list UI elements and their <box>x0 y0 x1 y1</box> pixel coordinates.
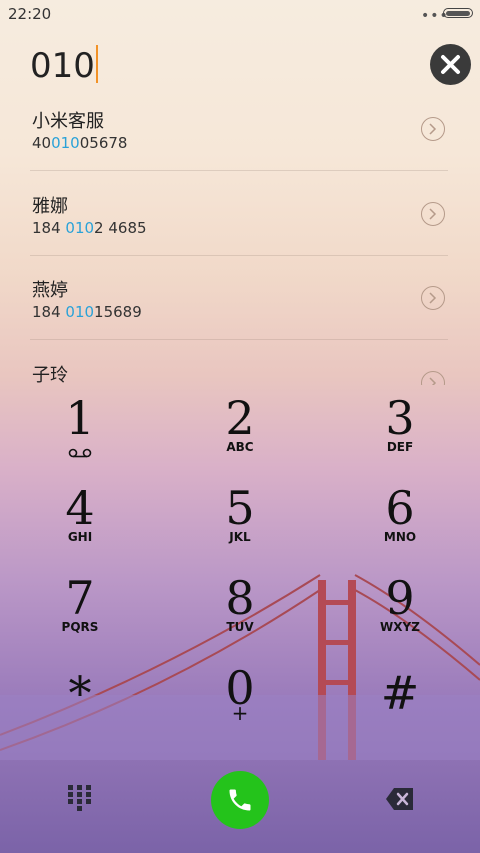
contact-details-button[interactable] <box>421 117 445 141</box>
text-cursor <box>95 45 98 83</box>
key-letters: WXYZ <box>380 620 420 634</box>
contact-details-button[interactable] <box>421 202 445 226</box>
contact-details-button[interactable] <box>421 286 445 310</box>
key-letters: + <box>231 701 249 725</box>
contact-result-row[interactable]: 子玲 <box>0 349 480 385</box>
key-1[interactable]: 1 <box>20 393 140 473</box>
phone-icon <box>229 789 251 811</box>
key-5[interactable]: 5 JKL <box>180 483 300 563</box>
dial-number-field[interactable]: 010 <box>30 45 98 86</box>
key-3[interactable]: 3 DEF <box>340 393 460 473</box>
chevron-right-icon <box>429 292 437 304</box>
key-star[interactable]: * <box>20 668 140 748</box>
divider <box>30 170 448 171</box>
contact-result-row[interactable]: 小米客服 4001005678 <box>0 95 480 179</box>
key-0[interactable]: 0 + <box>180 663 300 743</box>
key-digit: # <box>380 666 420 720</box>
key-digit: 5 <box>225 481 255 535</box>
key-letters: TUV <box>226 620 254 634</box>
status-time: 22:20 <box>8 5 52 23</box>
voicemail-icon <box>68 448 92 458</box>
key-9[interactable]: 9 WXYZ <box>340 573 460 653</box>
dial-number-text: 010 <box>30 46 95 86</box>
contact-name: 小米客服 <box>32 111 104 132</box>
key-7[interactable]: 7 PQRS <box>20 573 140 653</box>
contact-number: 4001005678 <box>32 134 128 152</box>
key-digit: 9 <box>385 571 415 625</box>
contact-name: 子玲 <box>32 365 68 385</box>
key-digit: 3 <box>385 391 415 445</box>
contact-result-row[interactable]: 雅娜 184 0102 4685 <box>0 180 480 264</box>
key-letters: ABC <box>226 440 254 454</box>
contact-results-list[interactable]: 小米客服 4001005678 雅娜 184 0102 4685 燕婷 184 … <box>0 95 480 385</box>
dialer-screen: 22:20 ••• 010 小米客服 4001005678 雅娜 184 010… <box>0 0 480 853</box>
key-digit: 6 <box>385 481 415 535</box>
chevron-right-icon <box>429 377 437 385</box>
dialer-action-bar <box>0 765 480 853</box>
battery-icon <box>443 8 473 18</box>
contact-number: 184 01015689 <box>32 303 142 321</box>
key-letters: MNO <box>383 530 417 544</box>
key-letters: PQRS <box>61 620 99 634</box>
key-4[interactable]: 4 GHI <box>20 483 140 563</box>
match-highlight: 010 <box>65 219 95 237</box>
key-digit: * <box>68 666 92 720</box>
divider <box>30 339 448 340</box>
key-digit: 8 <box>225 571 255 625</box>
chevron-right-icon <box>429 123 437 135</box>
contact-name: 燕婷 <box>32 280 68 301</box>
divider <box>30 255 448 256</box>
clear-button[interactable] <box>430 44 471 85</box>
keypad-grid-icon[interactable] <box>68 785 92 813</box>
key-digit: 7 <box>65 571 95 625</box>
backspace-icon[interactable] <box>385 787 415 811</box>
status-bar: 22:20 ••• <box>0 0 480 28</box>
key-digit: 2 <box>225 391 255 445</box>
close-icon <box>441 55 460 74</box>
key-digit: 1 <box>65 391 95 445</box>
call-button[interactable] <box>211 771 269 829</box>
key-letters: DEF <box>386 440 414 454</box>
match-highlight: 010 <box>51 134 80 152</box>
contact-result-row[interactable]: 燕婷 184 01015689 <box>0 264 480 348</box>
contact-name: 雅娜 <box>32 196 68 217</box>
key-6[interactable]: 6 MNO <box>340 483 460 563</box>
key-digit: 4 <box>65 481 95 535</box>
match-highlight: 010 <box>65 303 95 321</box>
key-2[interactable]: 2 ABC <box>180 393 300 473</box>
key-hash[interactable]: # <box>340 668 460 748</box>
chevron-right-icon <box>429 208 437 220</box>
key-letters: GHI <box>67 530 93 544</box>
contact-details-button[interactable] <box>421 371 445 385</box>
key-letters: JKL <box>229 530 251 544</box>
key-8[interactable]: 8 TUV <box>180 573 300 653</box>
contact-number: 184 0102 4685 <box>32 219 147 237</box>
